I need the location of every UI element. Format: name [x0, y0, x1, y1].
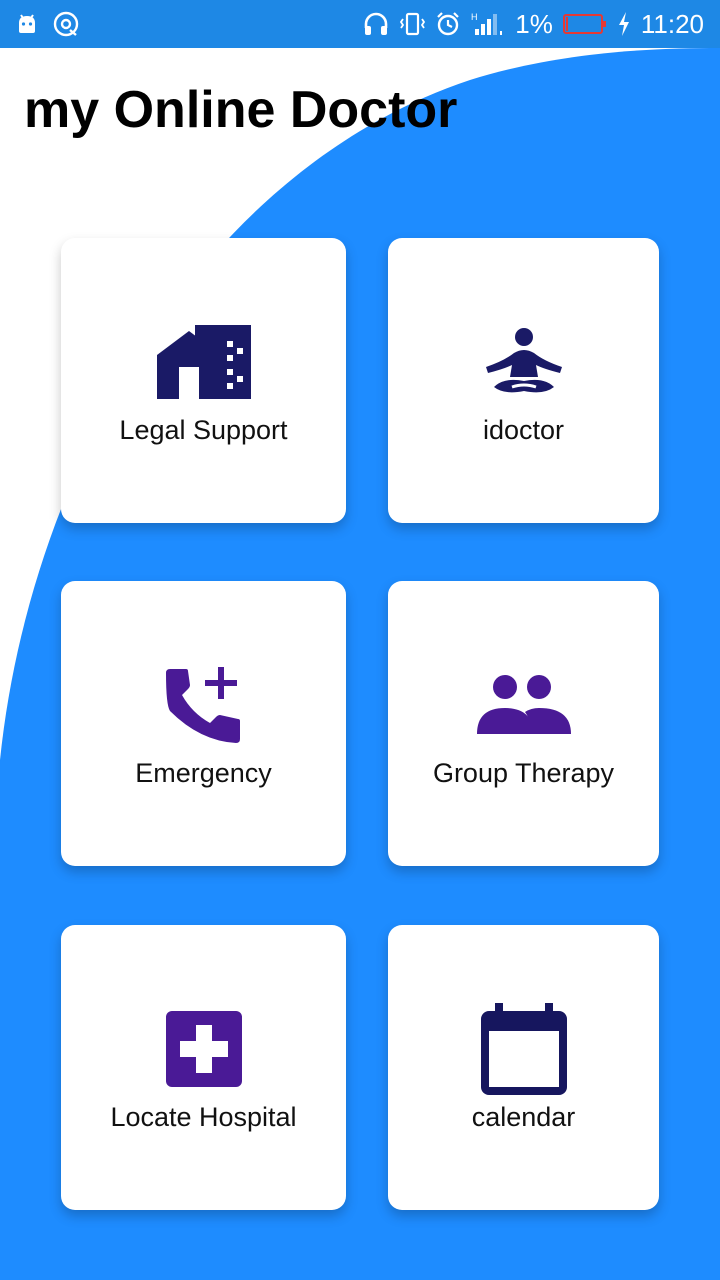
legal-support-label: Legal Support: [119, 415, 288, 445]
battery-icon: [562, 12, 607, 36]
app-screen: H 1% 11:20 my Online Doctor Legal Suppor…: [0, 0, 720, 1280]
group-therapy-label: Group Therapy: [432, 758, 615, 788]
idoctor-label: idoctor: [482, 415, 565, 445]
headphones-icon: [363, 11, 389, 37]
meditation-icon: [485, 328, 562, 393]
status-right: H 1% 11:20: [363, 8, 704, 40]
calendar-label: calendar: [471, 1102, 576, 1132]
group-icon: [476, 675, 571, 734]
group-therapy-card[interactable]: Group Therapy: [388, 581, 659, 866]
legal-support-card[interactable]: Legal Support: [61, 238, 346, 523]
alarm-icon: [435, 11, 461, 37]
idoctor-card[interactable]: idoctor: [388, 238, 659, 523]
calendar-icon: [480, 1003, 567, 1095]
network-type-label: H: [471, 12, 478, 22]
emergency-card[interactable]: Emergency: [61, 581, 346, 866]
locate-hospital-label: Locate Hospital: [110, 1102, 297, 1132]
battery-percent: 1%: [515, 9, 553, 39]
status-bar: H 1% 11:20: [0, 0, 720, 48]
locate-hospital-card[interactable]: Locate Hospital: [61, 925, 346, 1210]
vibrate-icon: [399, 11, 426, 37]
signal-icon: H: [471, 11, 505, 37]
emergency-label: Emergency: [135, 758, 272, 788]
sync-icon: [52, 10, 80, 38]
app-title: my Online Doctor: [24, 81, 458, 139]
status-left: [16, 10, 80, 38]
status-time: 11:20: [640, 9, 704, 39]
phone-add-icon: [165, 667, 240, 743]
charging-icon: [617, 11, 631, 37]
hospital-icon: [165, 1011, 242, 1087]
building-icon: [156, 325, 251, 399]
android-icon: [16, 13, 38, 35]
calendar-card[interactable]: calendar: [388, 925, 659, 1210]
